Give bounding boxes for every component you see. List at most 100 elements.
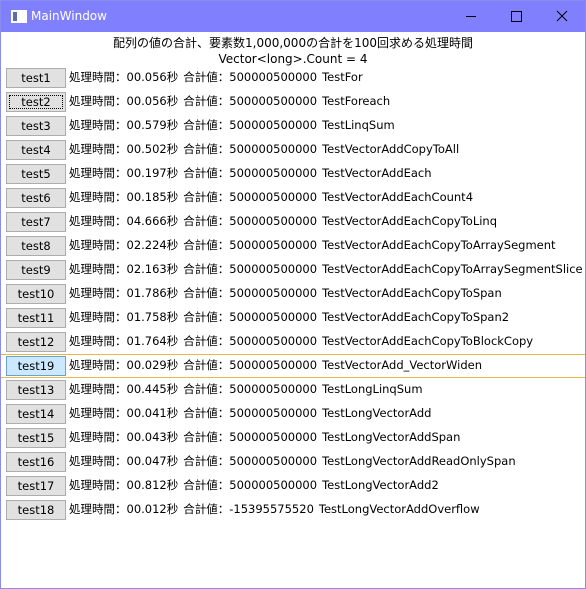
method-name: TestVectorAddEachCopyToSpan [322, 286, 502, 300]
result-text: 処理時間：00.579秒 合計値：500000500000 TestLinqSum [69, 118, 400, 133]
elapsed-time: 処理時間：00.579秒 [69, 118, 179, 132]
result-text: 処理時間：02.224秒 合計値：500000500000 TestVectorAd… [69, 238, 561, 253]
method-name: TestVectorAddEachCopyToArraySegment [322, 238, 556, 252]
vector-count-label: Vector<long>.Count = 4 [218, 52, 368, 66]
run-test11-button[interactable]: test11 [6, 308, 66, 328]
result-row: test19 処理時間：00.029秒 合計値：500000500000 TestVe… [1, 354, 585, 378]
method-name: TestLongVectorAddOverflow [318, 502, 480, 516]
run-test15-button[interactable]: test15 [6, 428, 66, 448]
result-row: test10 処理時間：01.786秒 合計値：500000500000 TestVe… [1, 283, 585, 305]
main-window: MainWindow 配列の値の合計、要素数1,000,000の合計を100回求… [0, 0, 586, 589]
sum-value: 合計値：500000500000 [183, 430, 318, 444]
run-test4-button[interactable]: test4 [6, 140, 66, 160]
result-row: test12 処理時間：01.764秒 合計値：500000500000 TestVe… [1, 331, 585, 353]
sum-value: 合計値：500000500000 [183, 94, 318, 108]
elapsed-time: 処理時間：00.812秒 [69, 478, 179, 492]
result-text: 処理時間：00.185秒 合計値：500000500000 TestVectorAd… [69, 190, 478, 205]
run-test2-button[interactable]: test2 [6, 92, 66, 112]
sum-value: 合計値：500000500000 [183, 238, 318, 252]
result-row: test15 処理時間：00.043秒 合計値：500000500000 TestLo… [1, 427, 585, 449]
result-row: test11 処理時間：01.758秒 合計値：500000500000 TestVe… [1, 307, 585, 329]
result-row: test2 処理時間：00.056秒 合計値：500000500000 TestFor… [1, 91, 585, 113]
method-name: TestVectorAddEachCount4 [322, 190, 474, 204]
run-test8-button[interactable]: test8 [6, 236, 66, 256]
sum-value: 合計値：500000500000 [183, 334, 318, 348]
run-test7-button[interactable]: test7 [6, 212, 66, 232]
result-row: test14 処理時間：00.041秒 合計値：500000500000 TestLo… [1, 403, 585, 425]
run-test3-button[interactable]: test3 [6, 116, 66, 136]
result-text: 処理時間：00.043秒 合計値：500000500000 TestLongVect… [69, 430, 465, 445]
elapsed-time: 処理時間：01.764秒 [69, 334, 179, 348]
run-test18-button[interactable]: test18 [6, 500, 66, 520]
run-test19-button[interactable]: test19 [6, 356, 66, 376]
maximize-button[interactable] [493, 1, 539, 32]
elapsed-time: 処理時間：00.029秒 [69, 358, 179, 372]
sum-value: 合計値：500000500000 [183, 478, 318, 492]
window-title: MainWindow [31, 9, 107, 23]
method-name: TestLongVectorAdd [322, 406, 432, 420]
result-text: 処理時間：00.812秒 合計値：500000500000 TestLongVect… [69, 478, 444, 493]
run-test14-button[interactable]: test14 [6, 404, 66, 424]
result-row: test9 処理時間：02.163秒 合計値：500000500000 TestVec… [1, 259, 585, 281]
result-row: test17 処理時間：00.812秒 合計値：500000500000 TestLo… [1, 475, 585, 497]
close-button[interactable] [539, 1, 585, 32]
result-text: 処理時間：00.197秒 合計値：500000500000 TestVectorAd… [69, 166, 437, 181]
method-name: TestLongVectorAdd2 [322, 478, 439, 492]
result-text: 処理時間：01.786秒 合計値：500000500000 TestVectorAd… [69, 286, 507, 301]
minimize-button[interactable] [448, 1, 494, 32]
result-text: 処理時間：00.056秒 合計値：500000500000 TestFor [69, 70, 368, 85]
method-name: TestVectorAddEach [322, 166, 432, 180]
sum-value: 合計値：500000500000 [183, 262, 318, 276]
run-test12-button[interactable]: test12 [6, 332, 66, 352]
result-row: test3 処理時間：00.579秒 合計値：500000500000 TestLin… [1, 115, 585, 137]
maximize-icon [511, 11, 522, 22]
sum-value: 合計値：500000500000 [183, 454, 318, 468]
sum-value: 合計値：500000500000 [183, 142, 318, 156]
result-text: 処理時間：00.047秒 合計値：500000500000 TestLongVect… [69, 454, 521, 469]
result-row: test6 処理時間：00.185秒 合計値：500000500000 TestVec… [1, 187, 585, 209]
run-test6-button[interactable]: test6 [6, 188, 66, 208]
sum-value: 合計値：500000500000 [183, 406, 318, 420]
sum-value: 合計値：500000500000 [183, 286, 318, 300]
elapsed-time: 処理時間：00.043秒 [69, 430, 179, 444]
elapsed-time: 処理時間：02.224秒 [69, 238, 179, 252]
elapsed-time: 処理時間：00.056秒 [69, 94, 179, 108]
elapsed-time: 処理時間：04.666秒 [69, 214, 179, 228]
run-test10-button[interactable]: test10 [6, 284, 66, 304]
result-text: 処理時間：00.445秒 合計値：500000500000 TestLongLinq… [69, 382, 428, 397]
run-test1-button[interactable]: test1 [6, 68, 66, 88]
sum-value: 合計値：500000500000 [183, 166, 318, 180]
elapsed-time: 処理時間：02.163秒 [69, 262, 179, 276]
close-icon [556, 10, 568, 22]
elapsed-time: 処理時間：01.786秒 [69, 286, 179, 300]
method-name: TestFor [322, 70, 363, 84]
result-text: 処理時間：01.758秒 合計値：500000500000 TestVectorAd… [69, 310, 514, 325]
run-test16-button[interactable]: test16 [6, 452, 66, 472]
run-test13-button[interactable]: test13 [6, 380, 66, 400]
result-text: 処理時間：00.056秒 合計値：500000500000 TestForeach [69, 94, 395, 109]
sum-value: 合計値：500000500000 [183, 118, 318, 132]
method-name: TestVectorAddEachCopyToBlockCopy [322, 334, 534, 348]
sum-value: 合計値：500000500000 [183, 382, 318, 396]
run-test5-button[interactable]: test5 [6, 164, 66, 184]
sum-value: 合計値：-15395575520 [183, 502, 314, 516]
elapsed-time: 処理時間：00.056秒 [69, 70, 179, 84]
sum-value: 合計値：500000500000 [183, 214, 318, 228]
run-test9-button[interactable]: test9 [6, 260, 66, 280]
result-row: test5 処理時間：00.197秒 合計値：500000500000 TestVec… [1, 163, 585, 185]
result-row: test4 処理時間：00.502秒 合計値：500000500000 TestVec… [1, 139, 585, 161]
elapsed-time: 処理時間：01.758秒 [69, 310, 179, 324]
title-bar[interactable]: MainWindow [1, 1, 585, 32]
elapsed-time: 処理時間：00.041秒 [69, 406, 179, 420]
sum-value: 合計値：500000500000 [183, 310, 318, 324]
result-row: test16 処理時間：00.047秒 合計値：500000500000 TestLo… [1, 451, 585, 473]
description-heading: 配列の値の合計、要素数1,000,000の合計を100回求める処理時間 [113, 36, 473, 50]
run-test17-button[interactable]: test17 [6, 476, 66, 496]
elapsed-time: 処理時間：00.197秒 [69, 166, 179, 180]
result-row: test7 処理時間：04.666秒 合計値：500000500000 TestVec… [1, 211, 585, 233]
method-name: TestVectorAddEachCopyToSpan2 [322, 310, 510, 324]
method-name: TestLongLinqSum [322, 382, 423, 396]
result-text: 処理時間：00.012秒 合計値：-15395575520 TestLongVect… [69, 502, 485, 517]
method-name: TestLinqSum [322, 118, 395, 132]
method-name: TestVectorAddCopyToAll [322, 142, 460, 156]
